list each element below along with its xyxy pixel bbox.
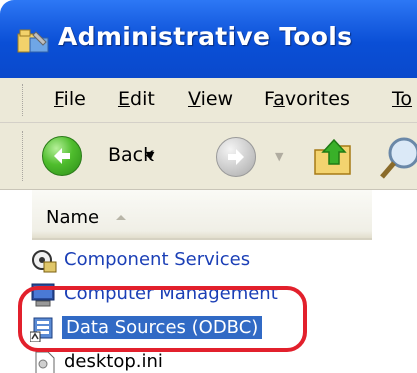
list-item-label: Component Services bbox=[64, 249, 251, 270]
forward-button[interactable] bbox=[216, 137, 256, 177]
toolbar-grip[interactable] bbox=[22, 131, 27, 181]
title-bar[interactable]: Administrative Tools bbox=[0, 0, 417, 78]
menu-view[interactable]: View bbox=[188, 88, 233, 110]
list-item-label: desktop.ini bbox=[64, 351, 163, 372]
explorer-window: Administrative Tools File Edit View Favo… bbox=[0, 0, 417, 373]
menu-bar-grip[interactable] bbox=[22, 84, 27, 116]
sort-ascending-icon bbox=[116, 215, 126, 220]
window-title: Administrative Tools bbox=[58, 22, 353, 51]
menu-file[interactable]: File bbox=[54, 88, 86, 110]
column-header-name-label: Name bbox=[46, 207, 100, 228]
toolbar: Back ▼ ▼ bbox=[0, 123, 417, 190]
menu-edit[interactable]: Edit bbox=[118, 88, 155, 110]
menu-favorites[interactable]: Favorites bbox=[264, 88, 350, 110]
back-history-dropdown[interactable]: ▼ bbox=[146, 149, 154, 162]
folder-up-icon[interactable] bbox=[312, 136, 354, 178]
menu-tools[interactable]: To bbox=[392, 88, 412, 110]
component-services-icon bbox=[32, 250, 57, 273]
column-header-name[interactable]: Name bbox=[32, 190, 372, 240]
ini-file-icon bbox=[35, 351, 55, 373]
administrative-tools-icon bbox=[17, 29, 49, 53]
menu-bar: File Edit View Favorites To bbox=[0, 78, 417, 123]
forward-arrow-icon bbox=[228, 149, 244, 165]
list-header: Name bbox=[0, 190, 417, 240]
back-arrow-icon bbox=[42, 136, 82, 176]
highlight-annotation bbox=[18, 286, 307, 352]
forward-history-dropdown[interactable]: ▼ bbox=[275, 150, 283, 163]
search-icon[interactable] bbox=[378, 131, 417, 179]
